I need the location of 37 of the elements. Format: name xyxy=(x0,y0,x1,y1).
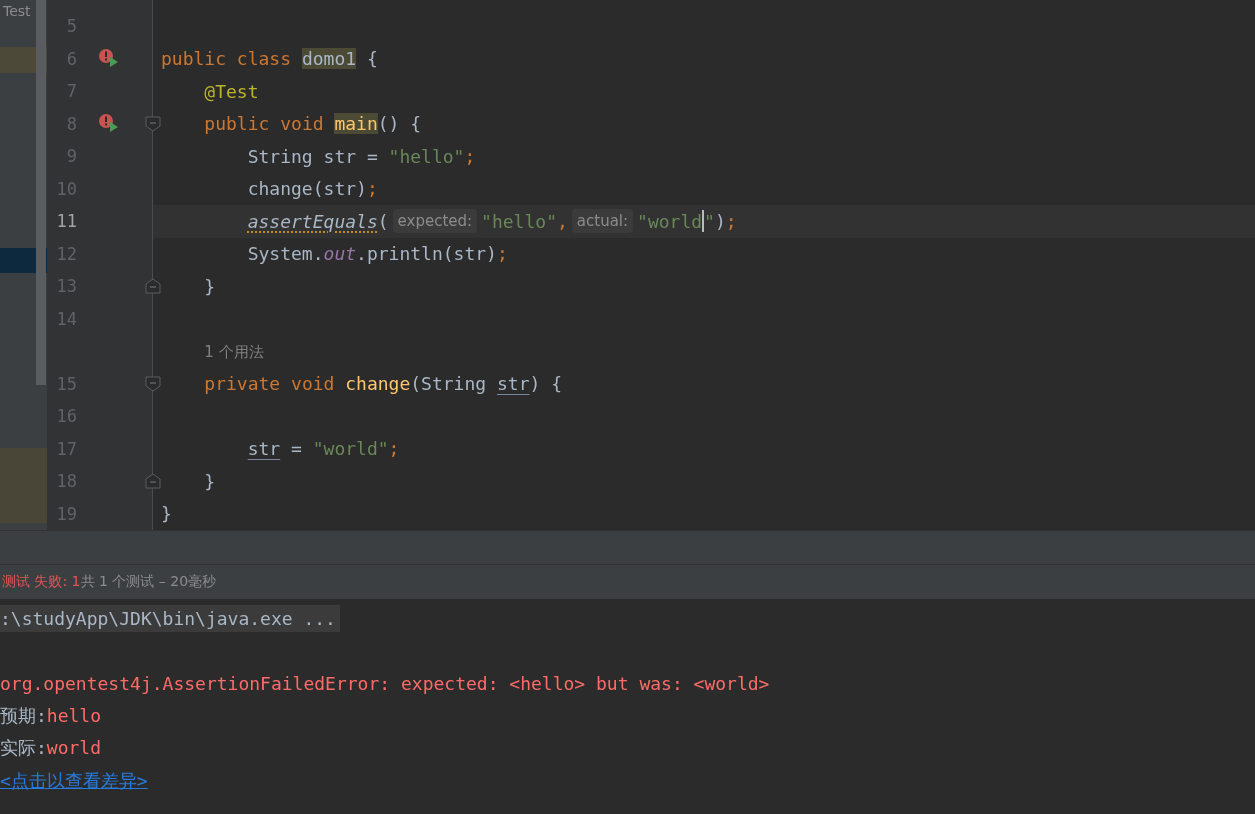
code-line: str = "world"; xyxy=(247,438,400,460)
fold-icon[interactable] xyxy=(145,115,161,132)
code-text: "world xyxy=(637,210,703,232)
error-run-icon[interactable] xyxy=(98,112,119,133)
code-text: ) xyxy=(714,210,726,232)
line-number: 11 xyxy=(55,211,77,232)
code-line: public void main() { xyxy=(204,113,422,135)
code-line: @Test xyxy=(204,80,259,102)
test-status-bar: 测试 失败: 1共 1 个测试 – 20毫秒 xyxy=(0,564,1255,599)
code-text: assertEquals xyxy=(247,210,378,232)
fold-icon[interactable] xyxy=(145,473,161,489)
text-cursor xyxy=(702,210,705,233)
console-text: 预期:hello xyxy=(0,703,102,728)
code-line: } xyxy=(204,470,216,492)
code-text: , xyxy=(556,210,568,232)
code-text: "hello" xyxy=(481,210,557,232)
code-text: ( xyxy=(377,210,389,232)
fold-icon[interactable] xyxy=(145,375,161,392)
parameter-hint: actual: xyxy=(571,209,634,234)
code-line: System.out.println(str); xyxy=(247,243,508,265)
code-text: " xyxy=(704,210,715,232)
diff-link[interactable]: <点击以查看差异> xyxy=(0,768,148,793)
parameter-hint: expected: xyxy=(392,209,478,234)
tree-item[interactable]: Test xyxy=(0,0,47,19)
code-line: public class domo1 { xyxy=(161,48,378,70)
code-line: } xyxy=(161,503,172,525)
scrollbar-thumb[interactable] xyxy=(36,0,46,385)
error-run-icon[interactable] xyxy=(98,47,119,68)
code-line: String str = "hello"; xyxy=(247,145,476,167)
fold-icon[interactable] xyxy=(145,278,161,294)
code-line: private void change(String str) { xyxy=(204,373,562,395)
console-text: 实际:world xyxy=(0,736,102,761)
usages-hint[interactable]: 1 个用法 xyxy=(204,342,264,362)
code-line: change(str); xyxy=(247,178,378,200)
code-line: } xyxy=(204,275,216,297)
error-message: org.opentest4j.AssertionFailedError: expected: <hello> but was: <world> xyxy=(0,672,770,694)
code-text: ; xyxy=(725,210,737,232)
